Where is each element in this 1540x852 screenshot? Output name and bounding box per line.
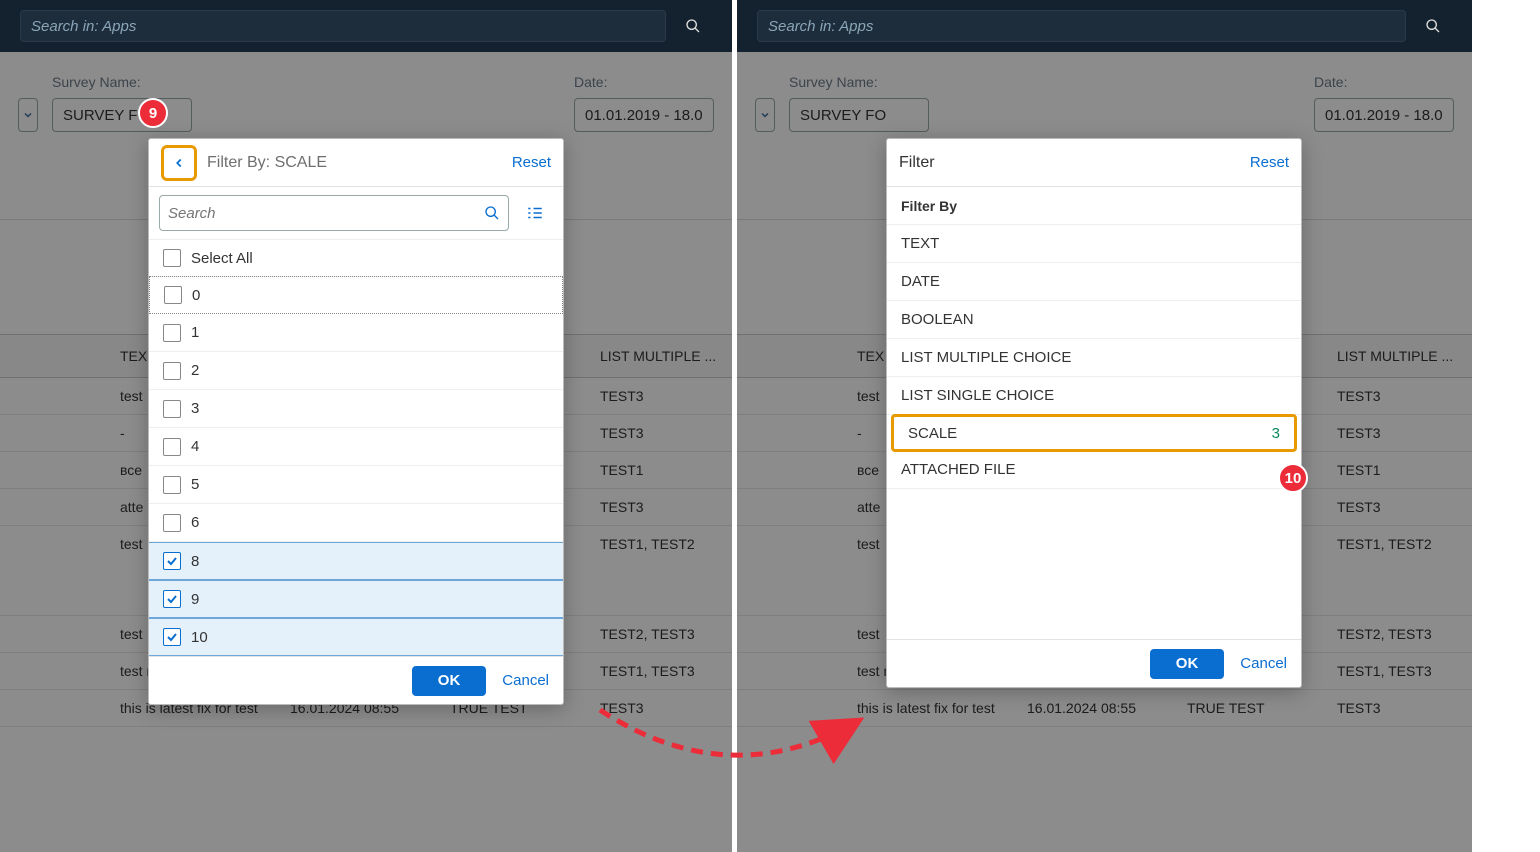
global-search[interactable] xyxy=(20,10,666,42)
filter-option-row[interactable]: 10 xyxy=(149,618,563,656)
filter-by-header: Filter By xyxy=(887,187,1301,225)
filter-option-row[interactable]: 3 xyxy=(149,390,563,428)
step-badge-9: 9 xyxy=(138,98,168,128)
reset-link[interactable]: Reset xyxy=(1250,154,1289,171)
checkbox-icon[interactable] xyxy=(163,552,181,570)
select-all-row[interactable]: Select All xyxy=(149,239,563,277)
option-label: 2 xyxy=(191,362,199,379)
category-count: 3 xyxy=(1272,425,1280,442)
checkbox-icon[interactable] xyxy=(164,286,182,304)
checkbox-icon[interactable] xyxy=(163,249,181,267)
checkbox-icon[interactable] xyxy=(163,514,181,532)
filter-option-row[interactable]: 4 xyxy=(149,428,563,466)
category-label: SCALE xyxy=(908,425,957,442)
global-search-input[interactable] xyxy=(31,18,655,35)
filter-option-row[interactable]: 0 xyxy=(149,276,563,314)
category-label: ATTACHED FILE xyxy=(901,461,1015,478)
popup-title: Filter xyxy=(899,154,1250,172)
category-label: BOOLEAN xyxy=(901,311,974,328)
option-label: 8 xyxy=(191,553,199,570)
filter-category-row[interactable]: DATE xyxy=(887,263,1301,301)
filter-option-row[interactable]: 2 xyxy=(149,352,563,390)
option-label: 10 xyxy=(191,629,208,646)
category-label: TEXT xyxy=(901,235,939,252)
checkbox-icon[interactable] xyxy=(163,438,181,456)
checkbox-icon[interactable] xyxy=(163,590,181,608)
filter-category-row[interactable]: SCALE 3 xyxy=(891,414,1297,452)
global-search-input[interactable] xyxy=(768,18,1395,35)
search-icon[interactable] xyxy=(674,10,712,42)
checkbox-icon[interactable] xyxy=(163,628,181,646)
option-label: 4 xyxy=(191,438,199,455)
checkbox-icon[interactable] xyxy=(163,324,181,342)
category-label: LIST MULTIPLE CHOICE xyxy=(901,349,1071,366)
checkbox-icon[interactable] xyxy=(163,400,181,418)
global-search[interactable] xyxy=(757,10,1406,42)
search-icon[interactable] xyxy=(1414,10,1452,42)
sort-icon[interactable] xyxy=(517,195,553,231)
filter-option-row[interactable]: 6 xyxy=(149,504,563,542)
ok-button[interactable]: OK xyxy=(1150,649,1225,679)
filter-category-row[interactable]: LIST MULTIPLE CHOICE xyxy=(887,339,1301,377)
category-label: DATE xyxy=(901,273,940,290)
filter-option-row[interactable]: 1 xyxy=(149,314,563,352)
checkbox-icon[interactable] xyxy=(163,362,181,380)
filter-popup-scale: Filter By: SCALE Reset Select All 0 1 2 3 4 5… xyxy=(148,138,564,705)
popup-title: Filter By: SCALE xyxy=(207,154,512,172)
topbar xyxy=(0,0,732,52)
filter-search[interactable] xyxy=(159,195,509,231)
filter-popup-categories: Filter Reset Filter By TEXT DATE BOOLEAN LI… xyxy=(886,138,1302,688)
topbar xyxy=(737,0,1472,52)
filter-search-input[interactable] xyxy=(168,205,484,222)
reset-link[interactable]: Reset xyxy=(512,154,551,171)
option-label: 5 xyxy=(191,476,199,493)
category-label: LIST SINGLE CHOICE xyxy=(901,387,1054,404)
filter-option-row[interactable]: 9 xyxy=(149,580,563,618)
option-label: 0 xyxy=(192,287,200,304)
option-label: 3 xyxy=(191,400,199,417)
search-icon[interactable] xyxy=(484,205,500,221)
back-button[interactable] xyxy=(161,145,197,181)
step-badge-10: 10 xyxy=(1278,463,1308,493)
cancel-button[interactable]: Cancel xyxy=(502,672,549,689)
option-label: 9 xyxy=(191,591,199,608)
filter-category-row[interactable]: TEXT xyxy=(887,225,1301,263)
filter-option-row[interactable]: 5 xyxy=(149,466,563,504)
cancel-button[interactable]: Cancel xyxy=(1240,655,1287,672)
filter-category-row[interactable]: BOOLEAN xyxy=(887,301,1301,339)
filter-category-row[interactable]: ATTACHED FILE xyxy=(887,451,1301,489)
filter-category-row[interactable]: LIST SINGLE CHOICE xyxy=(887,377,1301,415)
ok-button[interactable]: OK xyxy=(412,666,487,696)
option-label: 1 xyxy=(191,324,199,341)
filter-option-row[interactable]: 8 xyxy=(149,542,563,580)
select-all-label: Select All xyxy=(191,250,253,267)
option-label: 6 xyxy=(191,514,199,531)
checkbox-icon[interactable] xyxy=(163,476,181,494)
